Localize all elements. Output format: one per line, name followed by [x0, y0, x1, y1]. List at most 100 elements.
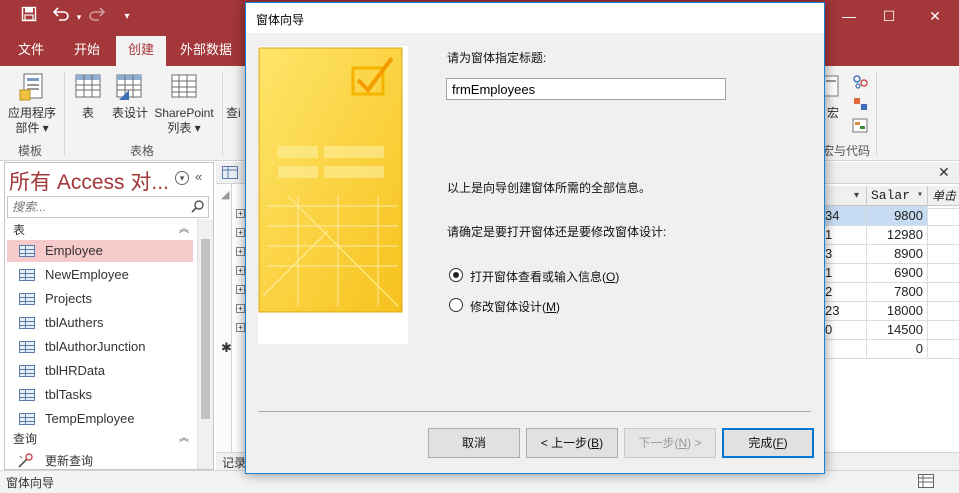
table-cell[interactable]: 0 [825, 320, 841, 339]
search-icon[interactable] [191, 199, 205, 216]
salary-cell[interactable]: 7800 [866, 282, 927, 301]
nav-item-newemployee[interactable]: NewEmployee [7, 264, 193, 286]
app-parts-button[interactable]: 应用程序 部件 ▾ [4, 72, 60, 136]
expand-row-icon[interactable]: + [236, 228, 245, 237]
radio-open-form[interactable] [449, 268, 463, 282]
grid-line [927, 206, 928, 358]
table-cell[interactable]: 2 [825, 282, 841, 301]
nav-section-queries[interactable]: 查询 ︽ [5, 430, 197, 448]
maximize-button[interactable]: ☐ [866, 0, 912, 32]
table-cell[interactable]: 1 [825, 225, 841, 244]
nav-item-label: 更新查询 [45, 454, 94, 468]
sharepoint-lists-button[interactable]: SharePoint 列表 ▾ [152, 72, 216, 136]
table-button[interactable]: 表 [70, 72, 106, 121]
salary-cell[interactable]: 6900 [866, 263, 927, 282]
select-all-icon[interactable]: ◢ [221, 188, 231, 201]
dialog-title: 窗体向导 [256, 13, 305, 27]
group-separator [64, 72, 65, 156]
tab-home[interactable]: 开始 [62, 36, 112, 66]
expand-row-icon[interactable]: + [236, 266, 245, 275]
table-cell[interactable]: 3 [825, 244, 841, 263]
nav-item-label: TempEmployee [45, 411, 135, 426]
table-cell[interactable]: 23 [825, 301, 841, 320]
table-tab-icon[interactable] [222, 166, 238, 182]
app-parts-label-1: 应用程序 [7, 106, 56, 120]
back-button[interactable]: < 上一步(B) [526, 428, 618, 458]
next-button: 下一步(N) > [624, 428, 716, 458]
save-icon[interactable] [18, 6, 40, 28]
tab-file[interactable]: 文件 [8, 36, 54, 66]
nav-scrollbar-thumb[interactable] [201, 239, 210, 419]
module-icon[interactable] [852, 74, 870, 93]
navigation-pane: 所有 Access 对... ▾ « 表 ︽ Employee NewEmplo… [4, 162, 214, 470]
nav-item-tbltasks[interactable]: tblTasks [7, 384, 193, 406]
nav-item-update-query[interactable]: 更新查询 [7, 450, 193, 469]
tab-create[interactable]: 创建 [116, 36, 166, 66]
app-parts-label-2: 部件 ▾ [15, 121, 49, 135]
column-header-salary[interactable]: Salar ▾ [866, 186, 926, 206]
nav-item-tblauthorjunction[interactable]: tblAuthorJunction [7, 336, 193, 358]
expand-row-icon[interactable]: + [236, 323, 245, 332]
nav-menu-chevron-icon[interactable]: ▾ [175, 171, 189, 185]
new-record-icon[interactable]: ✱ [221, 340, 232, 356]
group-separator [222, 72, 223, 156]
nav-item-tempemployee[interactable]: TempEmployee [7, 408, 193, 430]
nav-section-tables[interactable]: 表 ︽ [5, 221, 197, 239]
column-dropdown-icon[interactable]: ▾ [917, 186, 923, 206]
option-modify-design[interactable]: 修改窗体设计(M) [449, 297, 649, 315]
record-selector-column [216, 184, 232, 470]
table-cell[interactable]: 34 [825, 206, 841, 225]
form-title-prompt: 请为窗体指定标题: [447, 51, 547, 65]
form-wizard-dialog: 窗体向导 请为窗体指定标题: frmEmployees 以上是向导创建窗体所需的… [245, 2, 825, 474]
table-design-label: 表设计 [111, 106, 148, 120]
nav-search-input[interactable] [8, 197, 188, 217]
class-module-icon[interactable] [852, 96, 870, 115]
customize-icon[interactable]: ▾ [116, 6, 138, 28]
expand-row-icon[interactable]: + [236, 304, 245, 313]
table-label: 表 [81, 106, 94, 120]
nav-item-projects[interactable]: Projects [7, 288, 193, 310]
sharepoint-label-2: 列表 ▾ [167, 121, 201, 135]
table-cell[interactable]: 1 [825, 263, 841, 282]
nav-item-employee[interactable]: Employee [7, 240, 193, 262]
status-text: 窗体向导 [6, 476, 55, 490]
table-design-button[interactable]: 表设计 [108, 72, 152, 121]
close-document-icon[interactable]: ✕ [938, 164, 950, 181]
option-open-form-label: 打开窗体查看或输入信息(O) [470, 270, 620, 284]
nav-section-queries-label: 查询 [13, 432, 38, 446]
finish-button[interactable]: 完成(F) [722, 428, 814, 458]
column-dropdown-icon[interactable]: ▾ [825, 186, 865, 206]
nav-item-label: Employee [45, 243, 103, 258]
group-label-tables: 表格 [130, 144, 155, 158]
nav-item-tblhrdata[interactable]: tblHRData [7, 360, 193, 382]
salary-cell[interactable]: 12980 [866, 225, 927, 244]
salary-cell[interactable]: 18000 [866, 301, 927, 320]
expand-row-icon[interactable]: + [236, 247, 245, 256]
nav-item-tblauthers[interactable]: tblAuthers [7, 312, 193, 334]
salary-cell[interactable]: 9800 [866, 206, 927, 225]
grid-line [825, 339, 959, 340]
close-button[interactable]: ✕ [912, 0, 958, 32]
expand-row-icon[interactable]: + [236, 285, 245, 294]
cancel-button[interactable]: 取消 [428, 428, 520, 458]
salary-cell[interactable]: 14500 [866, 320, 927, 339]
nav-item-label: NewEmployee [45, 267, 129, 282]
nav-scrollbar[interactable] [197, 219, 213, 469]
tab-external-data[interactable]: 外部数据 [174, 36, 238, 66]
shutter-bar-collapse-icon[interactable]: « [195, 169, 202, 184]
redo-icon [86, 6, 108, 28]
salary-cell[interactable]: 8900 [866, 244, 927, 263]
datasheet-view-icon[interactable] [918, 474, 934, 491]
macro-button[interactable]: 宏 [822, 72, 844, 121]
query-button-partial[interactable]: 查i [226, 106, 246, 121]
column-header-add-new[interactable]: 单击 [927, 186, 959, 206]
expand-row-icon[interactable]: + [236, 209, 245, 218]
form-title-input[interactable] [446, 78, 726, 100]
salary-cell[interactable]: 0 [866, 339, 927, 358]
grid-line [825, 225, 959, 226]
nav-pane-title[interactable]: 所有 Access 对... [9, 166, 169, 196]
visual-basic-icon[interactable] [852, 118, 870, 137]
radio-modify-design[interactable] [449, 298, 463, 312]
dialog-title-bar[interactable]: 窗体向导 [246, 3, 824, 33]
option-open-form[interactable]: 打开窗体查看或输入信息(O) [449, 267, 649, 285]
